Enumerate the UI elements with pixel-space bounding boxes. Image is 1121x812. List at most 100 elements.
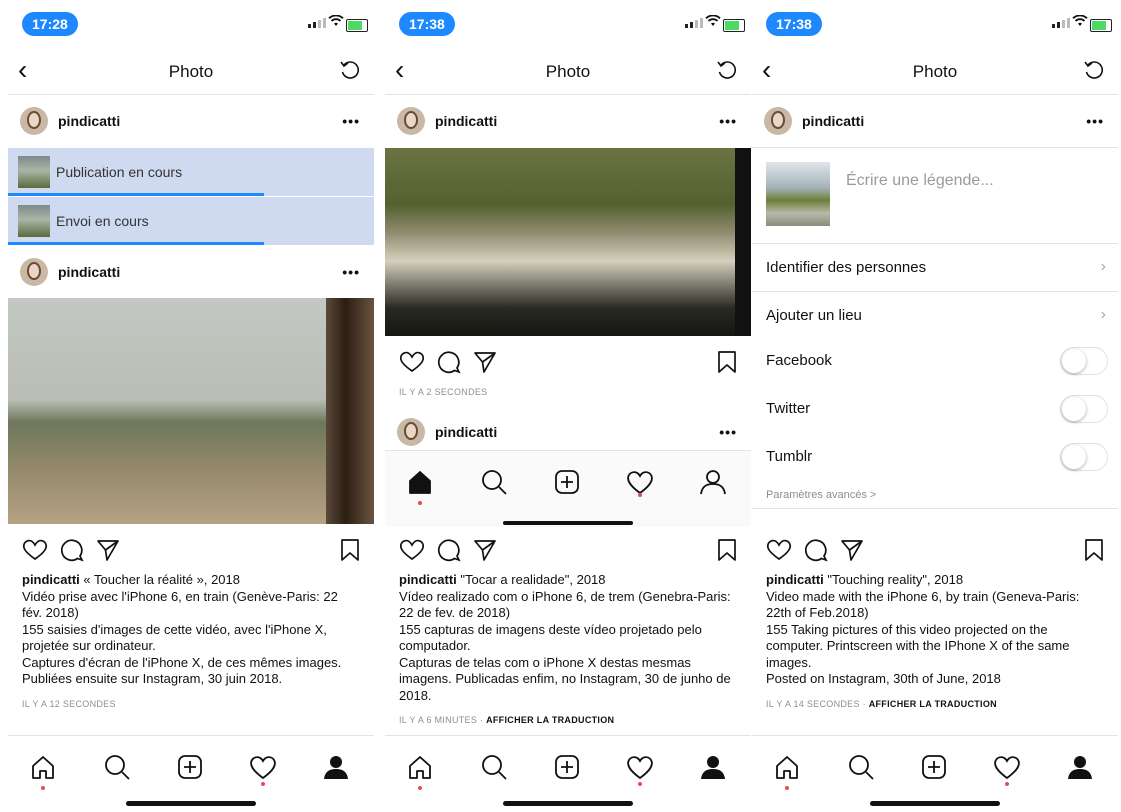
comment-icon[interactable]: [804, 538, 828, 562]
post-timestamp: IL Y A 6 MINUTES · AFFICHER LA TRADUCTIO…: [399, 715, 614, 725]
comment-icon[interactable]: [437, 350, 461, 374]
username[interactable]: pindicatti: [435, 113, 497, 129]
separator: ·: [477, 715, 487, 725]
caption-title: "Touching reality", 2018: [827, 572, 964, 587]
upload-progress-bar: [8, 193, 265, 196]
bookmark-icon[interactable]: [340, 538, 360, 562]
username[interactable]: pindicatti: [58, 113, 120, 129]
new-post-icon[interactable]: [175, 752, 205, 782]
share-icon[interactable]: [96, 538, 120, 562]
share-icon[interactable]: [473, 538, 497, 562]
new-post-icon[interactable]: [552, 752, 582, 782]
post-actions: [8, 530, 374, 570]
facebook-toggle[interactable]: [1060, 347, 1108, 375]
caption-username[interactable]: pindicatti: [766, 572, 824, 587]
post-header[interactable]: pindicatti •••: [8, 96, 374, 146]
profile-icon[interactable]: [1065, 752, 1095, 782]
comment-icon[interactable]: [60, 538, 84, 562]
time-ago: IL Y A 6 MINUTES: [399, 715, 478, 725]
battery-icon: [1090, 19, 1112, 32]
home-icon[interactable]: [405, 467, 435, 497]
twitter-toggle[interactable]: [1060, 395, 1108, 423]
bookmark-icon[interactable]: [1084, 538, 1104, 562]
home-icon[interactable]: [28, 752, 58, 782]
more-options-icon[interactable]: •••: [342, 264, 360, 280]
home-icon[interactable]: [405, 752, 435, 782]
caption-line: Vidéo prise avec l'iPhone 6, en train (G…: [22, 588, 338, 621]
home-indicator[interactable]: [503, 521, 633, 525]
status-bar: 17:28: [8, 0, 374, 40]
username[interactable]: pindicatti: [802, 113, 864, 129]
caption-username[interactable]: pindicatti: [399, 572, 457, 587]
retry-icon[interactable]: [338, 58, 362, 87]
notification-dot: [1005, 782, 1009, 786]
translate-link[interactable]: AFFICHER LA TRADUCTION: [869, 699, 997, 709]
status-time[interactable]: 17:38: [399, 12, 455, 36]
profile-icon[interactable]: [698, 752, 728, 782]
more-options-icon[interactable]: •••: [342, 113, 360, 129]
search-icon[interactable]: [479, 467, 509, 497]
home-indicator[interactable]: [126, 801, 256, 806]
like-icon[interactable]: [766, 538, 792, 562]
caption-input[interactable]: Écrire une légende...: [846, 172, 994, 190]
comment-icon[interactable]: [437, 538, 461, 562]
username[interactable]: pindicatti: [435, 424, 497, 440]
tab-bar: [385, 450, 751, 527]
more-options-icon[interactable]: •••: [1086, 113, 1104, 129]
activity-icon[interactable]: [248, 752, 278, 782]
avatar[interactable]: [764, 107, 792, 135]
search-icon[interactable]: [846, 752, 876, 782]
retry-icon[interactable]: [1082, 58, 1106, 87]
avatar[interactable]: [397, 418, 425, 446]
translate-link[interactable]: AFFICHER LA TRADUCTION: [486, 715, 614, 725]
post-header[interactable]: pindicatti •••: [385, 96, 751, 146]
tumblr-toggle[interactable]: [1060, 443, 1108, 471]
new-post-icon[interactable]: [552, 467, 582, 497]
activity-icon[interactable]: [992, 752, 1022, 782]
like-icon[interactable]: [22, 538, 48, 562]
search-icon[interactable]: [102, 752, 132, 782]
activity-icon[interactable]: [625, 752, 655, 782]
post-header[interactable]: pindicatti •••: [8, 247, 374, 297]
signal-icon: [685, 18, 703, 28]
upload-status-publishing: Publication en cours: [8, 148, 374, 196]
share-icon[interactable]: [473, 350, 497, 374]
new-post-icon[interactable]: [919, 752, 949, 782]
signal-icon: [1052, 18, 1070, 28]
nav-bar: ‹ Photo: [752, 48, 1118, 95]
post-header[interactable]: pindicatti •••: [752, 96, 1118, 146]
profile-icon[interactable]: [321, 752, 351, 782]
profile-icon[interactable]: [698, 467, 728, 497]
tag-people-row[interactable]: Identifier des personnes ›: [752, 243, 1118, 292]
separator: ·: [859, 699, 869, 709]
row-label: Facebook: [766, 352, 832, 369]
share-icon[interactable]: [840, 538, 864, 562]
more-options-icon[interactable]: •••: [719, 113, 737, 129]
home-icon[interactable]: [772, 752, 802, 782]
home-indicator[interactable]: [870, 801, 1000, 806]
bookmark-icon[interactable]: [717, 350, 737, 374]
home-indicator[interactable]: [503, 801, 633, 806]
nav-bar: ‹ Photo: [8, 48, 374, 95]
avatar[interactable]: [397, 107, 425, 135]
search-icon[interactable]: [479, 752, 509, 782]
caption-line: 155 Taking pictures of this video projec…: [766, 621, 1070, 670]
post-header[interactable]: pindicatti •••: [385, 410, 751, 454]
post-photo[interactable]: [8, 298, 374, 524]
caption-line: Posted on Instagram, 30th of June, 2018: [766, 671, 1001, 686]
like-icon[interactable]: [399, 538, 425, 562]
bookmark-icon[interactable]: [717, 538, 737, 562]
like-icon[interactable]: [399, 350, 425, 374]
avatar[interactable]: [20, 107, 48, 135]
status-time[interactable]: 17:28: [22, 12, 78, 36]
avatar[interactable]: [20, 258, 48, 286]
username[interactable]: pindicatti: [58, 264, 120, 280]
advanced-settings-link[interactable]: Paramètres avancés >: [766, 489, 876, 501]
post-photo[interactable]: [385, 148, 751, 336]
add-location-row[interactable]: Ajouter un lieu ›: [752, 291, 1118, 340]
status-time[interactable]: 17:38: [766, 12, 822, 36]
caption-username[interactable]: pindicatti: [22, 572, 80, 587]
more-options-icon[interactable]: •••: [719, 424, 737, 440]
notification-dot: [41, 786, 45, 790]
retry-icon[interactable]: [715, 58, 739, 87]
